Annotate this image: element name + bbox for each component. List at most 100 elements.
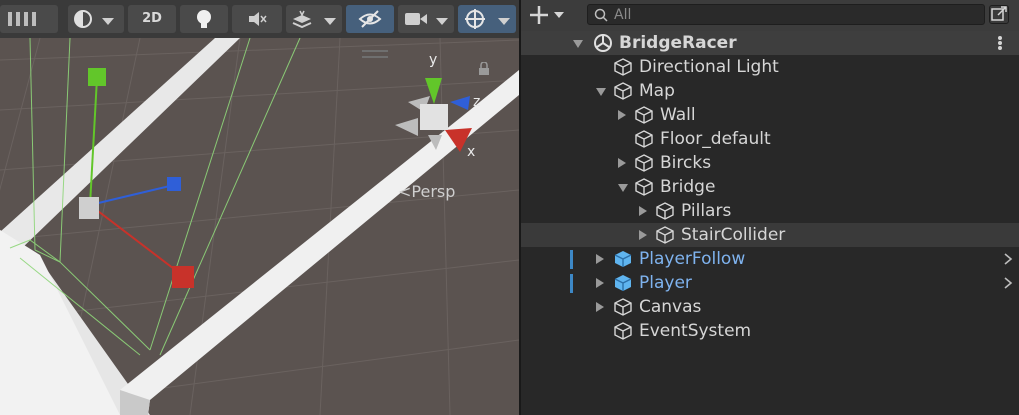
gameobject-cube-icon: [614, 322, 632, 340]
gizmo-icon: [465, 9, 485, 29]
tree-item-label: Floor_default: [660, 129, 771, 149]
search-input[interactable]: [614, 6, 974, 23]
chevron-down-icon: [498, 18, 510, 25]
toggle-lighting-button[interactable]: [180, 5, 228, 33]
gameobject-cube-icon: [656, 226, 674, 244]
projection-label: Persp: [411, 182, 456, 201]
expand-arrow[interactable]: [594, 247, 606, 271]
hierarchy-tree: BridgeRacer Directional Light Map Wall F…: [521, 31, 1019, 343]
gameobject-cube-icon: [635, 178, 653, 196]
expand-arrow[interactable]: [616, 103, 628, 127]
scene-toolbar: 2D: [0, 0, 519, 38]
gizmos-dropdown[interactable]: [458, 5, 516, 33]
tree-item-label: Directional Light: [639, 57, 779, 77]
tools-button[interactable]: [0, 5, 58, 33]
tree-item-label: StairCollider: [681, 225, 786, 245]
tree-item-label: Bircks: [660, 153, 712, 173]
expand-arrow[interactable]: [616, 151, 628, 175]
chevron-down-icon: [324, 18, 336, 25]
handle-icon: [8, 12, 36, 26]
tree-item-eventsystem[interactable]: EventSystem: [521, 319, 1019, 343]
external-window-icon: [991, 6, 1007, 21]
tree-item-wall[interactable]: Wall: [521, 103, 1019, 127]
plus-icon: [530, 6, 564, 24]
prefab-override-bar: [570, 250, 573, 269]
drag-handle[interactable]: [362, 50, 388, 58]
toggle-audio-button[interactable]: [232, 5, 282, 33]
toggle-2d-button[interactable]: 2D: [128, 5, 176, 33]
wall-right: [120, 70, 519, 415]
tree-item-label: Wall: [660, 105, 696, 125]
move-tool-gizmo[interactable]: [79, 68, 194, 288]
orientation-gizmo[interactable]: [395, 78, 472, 152]
tree-item-label: Player: [639, 273, 692, 293]
light-bulb-icon: [197, 10, 211, 28]
gameobject-cube-icon: [635, 130, 653, 148]
tree-item-floor-default[interactable]: Floor_default: [521, 127, 1019, 151]
open-window-button[interactable]: [989, 5, 1009, 24]
chevron-down-icon: [102, 18, 114, 25]
prefab-cube-icon: [614, 251, 632, 267]
gameobject-cube-icon: [656, 202, 674, 220]
prefab-override-bar: [570, 274, 573, 293]
tree-item-staircollider[interactable]: StairCollider: [521, 223, 1019, 247]
gameobject-cube-icon: [635, 154, 653, 172]
gizmo-axis-z-label[interactable]: z: [473, 94, 480, 110]
expand-arrow[interactable]: [637, 199, 649, 223]
tree-item-bircks[interactable]: Bircks: [521, 151, 1019, 175]
expand-arrow[interactable]: [637, 223, 649, 247]
hierarchy-panel: BridgeRacer Directional Light Map Wall F…: [521, 0, 1019, 415]
scene-viewport[interactable]: [0, 0, 519, 415]
more-vertical-icon[interactable]: [995, 34, 1005, 52]
hierarchy-toolbar: [521, 0, 1019, 31]
tree-item-map[interactable]: Map: [521, 79, 1019, 103]
expand-arrow[interactable]: [571, 31, 583, 55]
tree-item-label: EventSystem: [639, 321, 752, 341]
gizmo-axis-x-label[interactable]: x: [467, 144, 475, 160]
search-icon: [594, 8, 608, 22]
shading-sphere-icon: [74, 10, 92, 28]
scene-root-row[interactable]: BridgeRacer: [521, 31, 1019, 55]
tree-item-canvas[interactable]: Canvas: [521, 295, 1019, 319]
add-object-dropdown[interactable]: [529, 3, 567, 27]
chevron-right-icon[interactable]: [1001, 276, 1015, 290]
effects-dropdown[interactable]: [286, 5, 342, 33]
expand-arrow[interactable]: [594, 295, 606, 319]
tree-item-label: Map: [639, 81, 675, 101]
tree-item-label: Canvas: [639, 297, 702, 317]
expand-arrow[interactable]: [594, 79, 606, 103]
gameobject-cube-icon: [614, 298, 632, 316]
chevron-down-icon: [436, 18, 448, 25]
gameobject-cube-icon: [614, 82, 632, 100]
hierarchy-search[interactable]: [587, 4, 985, 25]
tree-item-pillars[interactable]: Pillars: [521, 199, 1019, 223]
effects-layers-icon: [292, 10, 312, 29]
toggle-visibility-button[interactable]: [346, 5, 394, 33]
camera-dropdown[interactable]: [398, 5, 454, 33]
scene-view[interactable]: y z x <Persp 2D: [0, 0, 519, 415]
tree-item-playerfollow[interactable]: PlayerFollow: [521, 247, 1019, 271]
tree-item-player[interactable]: Player: [521, 271, 1019, 295]
tree-item-directional-light[interactable]: Directional Light: [521, 55, 1019, 79]
tree-item-label: Pillars: [681, 201, 732, 221]
audio-mute-icon: [249, 12, 267, 26]
gameobject-cube-icon: [614, 58, 632, 76]
tree-item-label: PlayerFollow: [639, 249, 746, 269]
unity-scene-icon: [594, 34, 612, 52]
tree-item-bridge[interactable]: Bridge: [521, 175, 1019, 199]
camera-icon: [405, 13, 427, 25]
chevron-right-icon[interactable]: [1001, 252, 1015, 266]
lock-icon[interactable]: [478, 62, 490, 76]
shading-mode-dropdown[interactable]: [68, 5, 124, 33]
scene-name: BridgeRacer: [619, 33, 737, 53]
persp-icon: <: [398, 182, 412, 201]
tree-item-label: Bridge: [660, 177, 716, 197]
prefab-cube-icon: [614, 275, 632, 291]
expand-arrow[interactable]: [616, 175, 628, 199]
gameobject-cube-icon: [635, 106, 653, 124]
expand-arrow[interactable]: [594, 271, 606, 295]
projection-toggle[interactable]: <Persp: [398, 182, 455, 201]
toggle-2d-label: 2D: [142, 11, 162, 26]
hidden-eye-icon: [358, 10, 382, 28]
gizmo-axis-y-label[interactable]: y: [429, 52, 437, 68]
